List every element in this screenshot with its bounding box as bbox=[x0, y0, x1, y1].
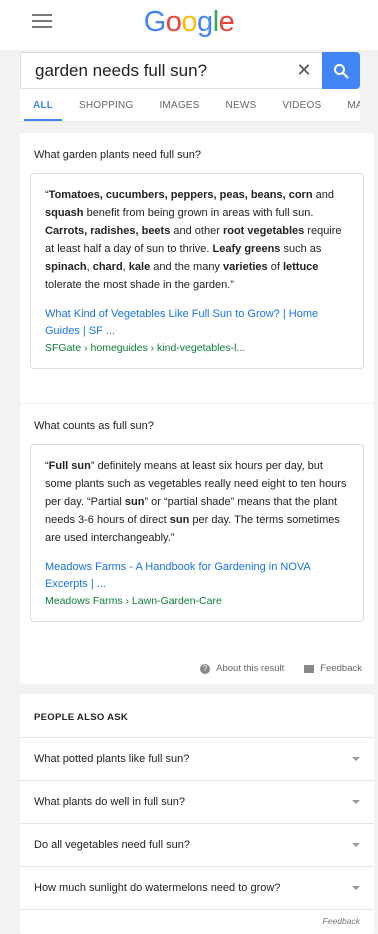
people-also-ask-title: PEOPLE ALSO ASK bbox=[20, 694, 374, 738]
search-input[interactable] bbox=[21, 53, 286, 88]
search-button[interactable] bbox=[322, 52, 360, 89]
snippet-question: What counts as full sun? bbox=[34, 420, 154, 432]
tab-news[interactable]: NEWS bbox=[213, 89, 270, 121]
about-row: ? About this result Feedback bbox=[200, 663, 362, 674]
quote-emphasis: spinach bbox=[45, 261, 87, 273]
featured-snippet-card: What garden plants need full sun? “Tomat… bbox=[20, 133, 374, 403]
quote-text: and bbox=[312, 189, 334, 201]
quote-emphasis: varieties bbox=[223, 261, 268, 273]
chevron-down-icon bbox=[352, 843, 360, 847]
tab-all[interactable]: ALL bbox=[20, 89, 66, 121]
snippet-quote: “Tomatoes, cucumbers, peppers, peas, bea… bbox=[45, 186, 349, 294]
logo-letter: o bbox=[181, 6, 198, 38]
paa-question: What plants do well in full sun? bbox=[34, 796, 186, 808]
paa-question: What potted plants like full sun? bbox=[34, 753, 190, 765]
header: Google bbox=[0, 0, 378, 50]
feedback-link[interactable]: Feedback bbox=[320, 663, 362, 674]
logo-letter: o bbox=[165, 6, 182, 38]
people-also-ask-card: PEOPLE ALSO ASK What potted plants like … bbox=[20, 694, 374, 934]
quote-text: such as bbox=[280, 243, 322, 255]
result-link[interactable]: What Kind of Vegetables Like Full Sun to… bbox=[45, 306, 349, 340]
feedback-flag-icon bbox=[304, 664, 315, 673]
paa-feedback-link[interactable]: Feedback bbox=[323, 916, 360, 926]
quote-text: tolerate the most shade in the garden.” bbox=[45, 279, 234, 291]
quote-emphasis: kale bbox=[128, 261, 151, 273]
chevron-down-icon bbox=[352, 757, 360, 761]
featured-snippet-card: What counts as full sun? “Full sun” defi… bbox=[20, 404, 374, 684]
logo-letter: e bbox=[218, 6, 235, 38]
result-url: Meadows Farms › Lawn-Garden-Care bbox=[45, 595, 222, 607]
snippet-box: “Tomatoes, cucumbers, peppers, peas, bea… bbox=[30, 173, 364, 369]
logo-letter: G bbox=[143, 6, 167, 38]
paa-question: Do all vegetables need full sun? bbox=[34, 839, 190, 851]
chevron-down-icon bbox=[352, 800, 360, 804]
tab-shopping[interactable]: SHOPPING bbox=[66, 89, 146, 121]
paa-question-row[interactable]: What plants do well in full sun? bbox=[20, 781, 374, 824]
quote-emphasis: root vegetables bbox=[222, 225, 305, 237]
quote-emphasis: squash bbox=[45, 207, 84, 219]
search-icon bbox=[334, 63, 349, 79]
quote-text: and the many bbox=[150, 261, 223, 273]
quote-emphasis: Full sun bbox=[48, 460, 91, 472]
clear-icon[interactable]: ✕ bbox=[286, 60, 322, 81]
info-icon: ? bbox=[200, 663, 211, 674]
paa-question-row[interactable]: How much sunlight do watermelons need to… bbox=[20, 867, 374, 910]
snippet-quote: “Full sun” definitely means at least six… bbox=[45, 457, 349, 547]
tab-maps[interactable]: MA bbox=[334, 89, 360, 121]
quote-emphasis: sun bbox=[169, 514, 190, 526]
paa-question-row[interactable]: What potted plants like full sun? bbox=[20, 738, 374, 781]
result-url: SFGate › homeguides › kind-vegetables-l.… bbox=[45, 342, 246, 354]
about-this-result-link[interactable]: About this result bbox=[216, 663, 284, 674]
result-link[interactable]: Meadows Farms - A Handbook for Gardening… bbox=[45, 559, 349, 593]
quote-emphasis: Leafy greens bbox=[212, 243, 281, 255]
quote-text: of bbox=[267, 261, 283, 273]
snippet-question: What garden plants need full sun? bbox=[34, 149, 201, 161]
search-tabs: ALL SHOPPING IMAGES NEWS VIDEOS MA bbox=[20, 89, 360, 122]
paa-question: How much sunlight do watermelons need to… bbox=[34, 882, 281, 894]
quote-emphasis: chard bbox=[92, 261, 123, 273]
quote-emphasis: Tomatoes, cucumbers, peppers, peas, bean… bbox=[48, 189, 313, 201]
quote-emphasis: Carrots, radishes, beets bbox=[45, 225, 171, 237]
search-box: ✕ bbox=[20, 52, 360, 89]
chevron-down-icon bbox=[352, 886, 360, 890]
quote-text: benefit from being grown in areas with f… bbox=[83, 207, 314, 219]
quote-text: and other bbox=[170, 225, 223, 237]
google-logo[interactable]: Google bbox=[0, 6, 378, 39]
snippet-box: “Full sun” definitely means at least six… bbox=[30, 444, 364, 622]
tab-images[interactable]: IMAGES bbox=[146, 89, 212, 121]
paa-question-row[interactable]: Do all vegetables need full sun? bbox=[20, 824, 374, 867]
logo-letter: g bbox=[197, 6, 213, 38]
tab-videos[interactable]: VIDEOS bbox=[269, 89, 334, 121]
quote-emphasis: lettuce bbox=[282, 261, 319, 273]
quote-emphasis: sun bbox=[124, 496, 145, 508]
